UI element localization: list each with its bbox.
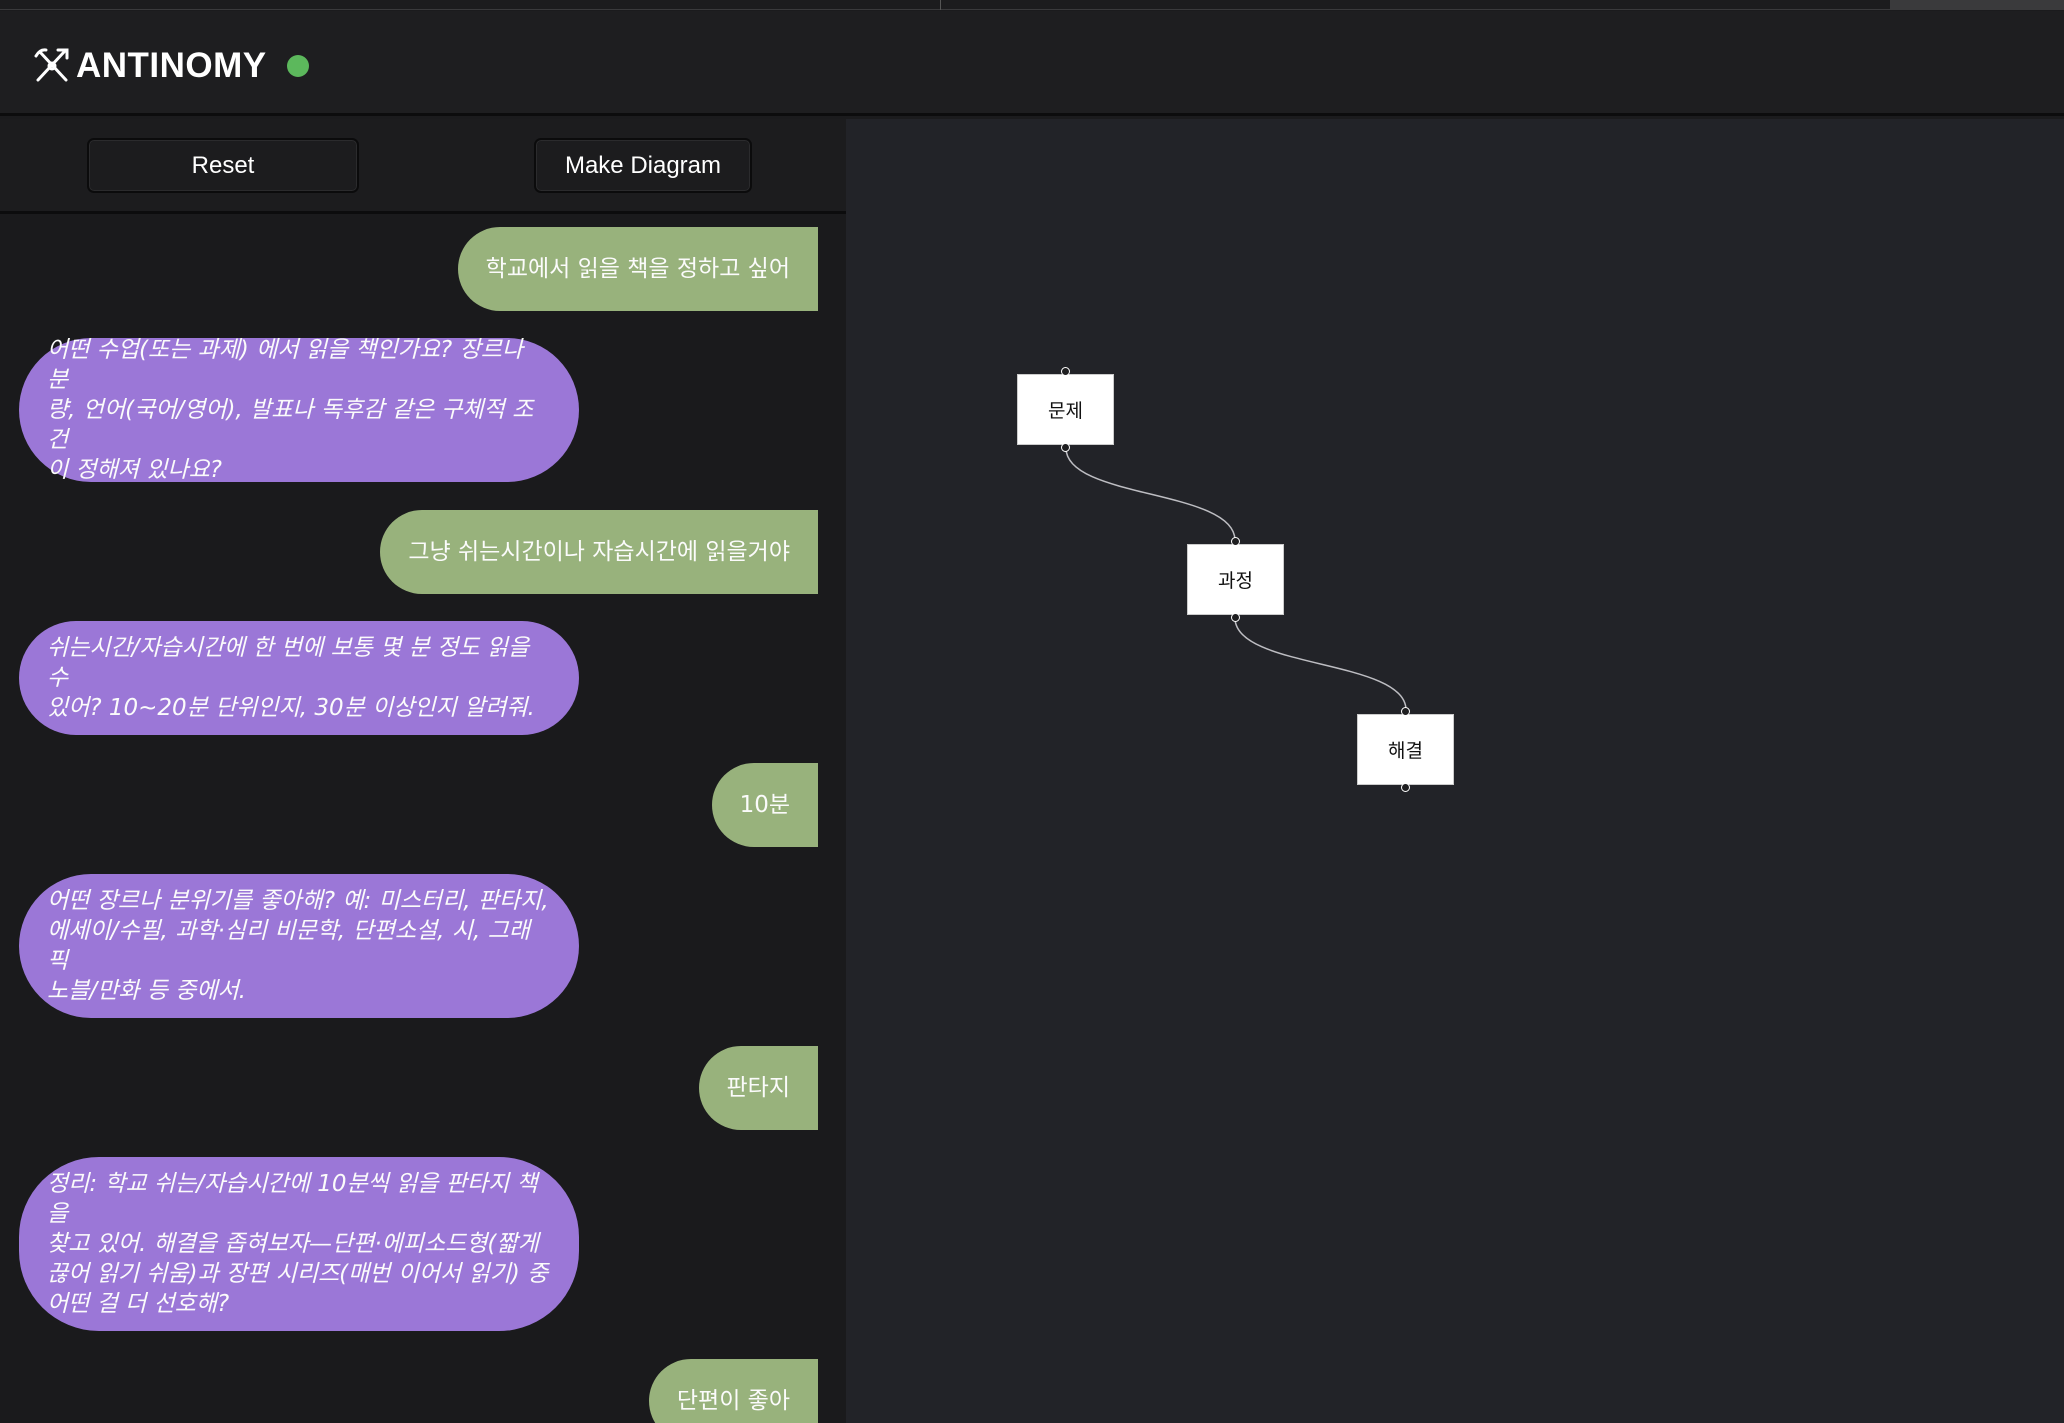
node-label: 해결 xyxy=(1388,740,1423,762)
node-handle-top[interactable] xyxy=(1231,537,1240,546)
message-text: 그냥 쉬는시간이나 자습시간에 읽을거야 xyxy=(408,539,790,565)
message-line: 정리: 학교 쉬는/자습시간에 10분씩 읽을 판타지 책을 xyxy=(47,1171,538,1227)
message-text: 어떤 수업(또는 과제) 에서 읽을 책인가요? 장르나 분 량, 언어(국어/… xyxy=(47,335,549,485)
node-handle-bottom[interactable] xyxy=(1401,783,1410,792)
message-line: 이 정해져 있나요? xyxy=(47,457,222,483)
diagram-node-problem[interactable]: 문제 xyxy=(1017,374,1114,445)
message-text: 쉬는시간/자습시간에 한 번에 보통 몇 분 정도 읽을 수 있어? 10~20… xyxy=(47,633,549,723)
message-text: 10분 xyxy=(739,792,790,818)
node-handle-bottom[interactable] xyxy=(1061,443,1070,452)
assistant-message: 쉬는시간/자습시간에 한 번에 보통 몇 분 정도 읽을 수 있어? 10~20… xyxy=(19,621,579,735)
assistant-message: 어떤 장르나 분위기를 좋아해? 예: 미스터리, 판타지, 에세이/수필, 과… xyxy=(19,874,579,1018)
crossed-tools-icon xyxy=(34,48,69,82)
message-line: 량, 언어(국어/영어), 발표나 독후감 같은 구체적 조건 xyxy=(47,397,534,453)
user-message: 단편이 좋아 xyxy=(648,1359,818,1423)
node-handle-bottom[interactable] xyxy=(1231,613,1240,622)
message-line: 끊어 읽기 쉬움)과 장편 시리즈(매번 이어서 읽기) 중 xyxy=(47,1261,549,1287)
node-handle-top[interactable] xyxy=(1401,707,1410,716)
message-text: 정리: 학교 쉬는/자습시간에 10분씩 읽을 판타지 책을 찾고 있어. 해결… xyxy=(47,1169,549,1319)
edge-process-solution xyxy=(1234,617,1407,711)
node-handle-top[interactable] xyxy=(1061,367,1070,376)
message-text: 판타지 xyxy=(726,1075,790,1101)
message-line: 어떤 장르나 분위기를 좋아해? 예: 미스터리, 판타지, xyxy=(47,888,549,914)
message-line: 노블/만화 등 중에서. xyxy=(47,978,246,1004)
brand: ANTINOMY xyxy=(34,41,309,91)
assistant-message: 어떤 수업(또는 과제) 에서 읽을 책인가요? 장르나 분 량, 언어(국어/… xyxy=(19,335,579,485)
make-diagram-button[interactable]: Make Diagram xyxy=(534,138,752,193)
assistant-message: 정리: 학교 쉬는/자습시간에 10분씩 읽을 판타지 책을 찾고 있어. 해결… xyxy=(19,1157,579,1331)
top-strip-tab xyxy=(1890,0,2064,9)
diagram-node-solution[interactable]: 해결 xyxy=(1357,714,1454,785)
chat-toolbar: Reset Make Diagram xyxy=(0,119,846,214)
message-text: 어떤 장르나 분위기를 좋아해? 예: 미스터리, 판타지, 에세이/수필, 과… xyxy=(47,886,549,1006)
user-message: 판타지 xyxy=(698,1046,818,1130)
user-message: 10분 xyxy=(711,763,818,847)
app-header: ANTINOMY xyxy=(0,11,2064,116)
diagram-node-process[interactable]: 과정 xyxy=(1187,544,1284,615)
app-name: ANTINOMY xyxy=(76,46,267,85)
message-text: 학교에서 읽을 책을 정하고 싶어 xyxy=(485,256,790,282)
node-label: 문제 xyxy=(1048,400,1083,422)
top-strip-divider xyxy=(940,0,941,10)
edge-problem-process xyxy=(1065,447,1236,541)
chat-panel: Reset Make Diagram 학교에서 읽을 책을 정하고 싶어 어떤 … xyxy=(0,119,846,1423)
chat-messages[interactable]: 학교에서 읽을 책을 정하고 싶어 어떤 수업(또는 과제) 에서 읽을 책인가… xyxy=(0,217,846,1423)
message-line: 어떤 걸 더 선호해? xyxy=(47,1291,230,1317)
message-line: 어떤 수업(또는 과제) 에서 읽을 책인가요? 장르나 분 xyxy=(47,337,524,393)
user-message: 그냥 쉬는시간이나 자습시간에 읽을거야 xyxy=(380,510,818,594)
message-line: 쉬는시간/자습시간에 한 번에 보통 몇 분 정도 읽을 수 xyxy=(47,635,530,691)
node-label: 과정 xyxy=(1218,570,1253,592)
status-indicator xyxy=(286,55,309,77)
message-line: 있어? 10~20분 단위인지, 30분 이상인지 알려줘. xyxy=(47,695,535,721)
message-line: 찾고 있어. 해결을 좁혀보자—단편·에피소드형(짧게 xyxy=(47,1231,539,1257)
diagram-canvas[interactable]: 문제 과정 해결 xyxy=(846,119,2064,1423)
user-message: 학교에서 읽을 책을 정하고 싶어 xyxy=(457,227,818,311)
reset-button[interactable]: Reset xyxy=(87,138,359,193)
message-line: 에세이/수필, 과학·심리 비문학, 단편소설, 시, 그래픽 xyxy=(47,918,530,974)
diagram-edges xyxy=(1065,447,1407,711)
browser-top-strip xyxy=(0,0,2064,10)
message-text: 단편이 좋아 xyxy=(676,1388,790,1414)
